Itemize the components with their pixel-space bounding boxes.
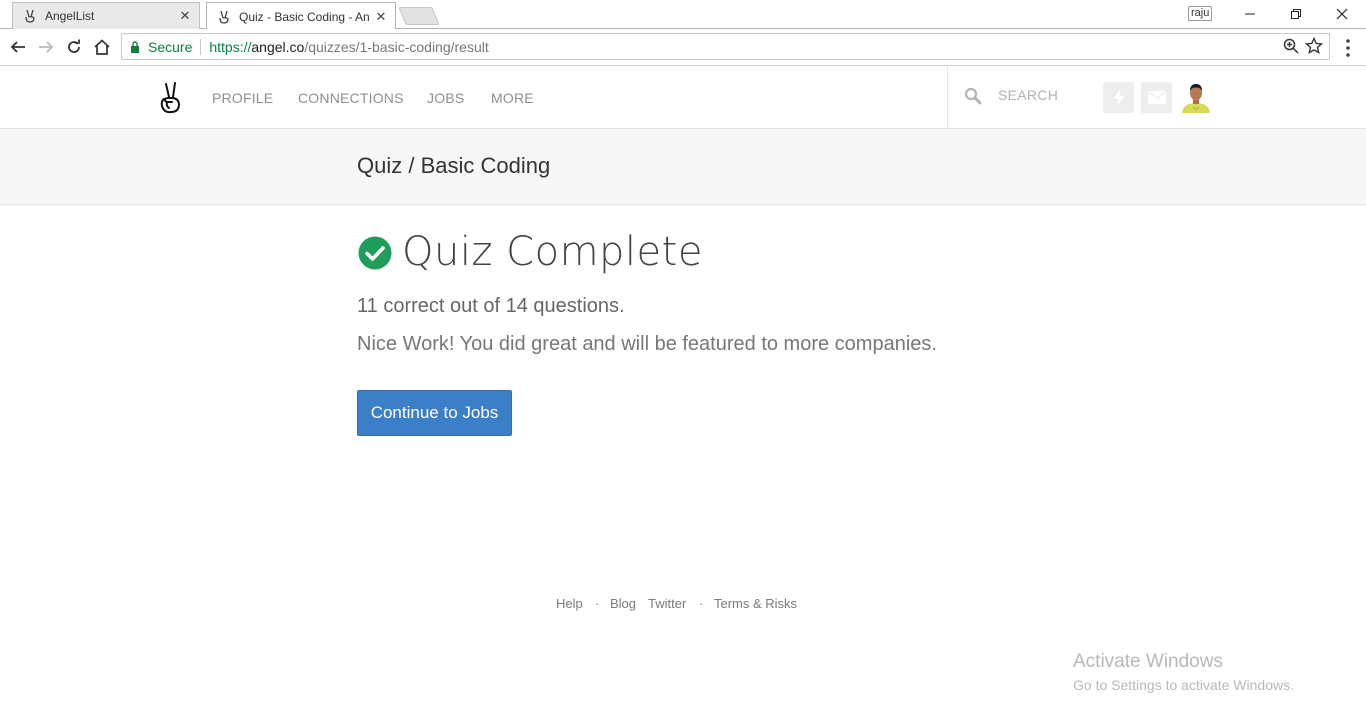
window-close-icon[interactable] bbox=[1319, 0, 1365, 28]
browser-toolbar: Secure https:// angel.co /quizzes/1-basi… bbox=[0, 29, 1366, 66]
score-text: 11 correct out of 14 questions. bbox=[357, 295, 625, 317]
search-icon bbox=[964, 87, 982, 105]
footer-help-link[interactable]: Help bbox=[556, 596, 583, 611]
footer-terms-link[interactable]: Terms & Risks bbox=[714, 596, 797, 611]
tab-title: AngelList bbox=[45, 9, 95, 23]
user-avatar[interactable] bbox=[1180, 81, 1212, 113]
site-header: PROFILE CONNECTIONS JOBS MORE bbox=[0, 66, 1366, 129]
home-icon[interactable] bbox=[91, 36, 113, 58]
envelope-icon bbox=[1147, 91, 1166, 104]
new-tab-button[interactable] bbox=[398, 7, 440, 25]
footer-terms-text[interactable]: Terms & Risks bbox=[714, 596, 797, 611]
url-path: /quizzes/1-basic-coding/result bbox=[304, 38, 489, 55]
messages-button[interactable] bbox=[1141, 82, 1172, 113]
activate-windows-subtitle: Go to Settings to activate Windows. bbox=[1073, 677, 1294, 693]
check-circle-icon bbox=[358, 236, 392, 270]
browser-tabstrip: AngelList ✕ Quiz - Basic Coding - An ✕ r… bbox=[0, 0, 1366, 30]
tab-close-icon[interactable]: ✕ bbox=[177, 8, 193, 24]
footer-help-text[interactable]: Help bbox=[556, 596, 583, 611]
tab-close-icon[interactable]: ✕ bbox=[373, 9, 389, 25]
nav-jobs[interactable]: JOBS bbox=[427, 90, 464, 106]
secure-label: Secure bbox=[148, 38, 193, 55]
footer-separator: · bbox=[595, 596, 600, 611]
search-input[interactable] bbox=[996, 86, 1096, 104]
reload-icon[interactable] bbox=[63, 36, 85, 58]
footer-twitter-text[interactable]: Twitter bbox=[648, 596, 686, 611]
browser-tab-angellist[interactable]: AngelList ✕ bbox=[12, 2, 200, 29]
angellist-logo-icon[interactable] bbox=[158, 82, 184, 114]
nav-more[interactable]: MORE bbox=[491, 90, 534, 106]
browser-tab-quiz[interactable]: Quiz - Basic Coding - An ✕ bbox=[206, 2, 396, 30]
browser-profile-button[interactable]: raju bbox=[1188, 6, 1213, 21]
angellist-favicon-icon bbox=[25, 9, 35, 23]
address-bar[interactable]: Secure https:// angel.co /quizzes/1-basi… bbox=[121, 33, 1330, 60]
minimize-icon[interactable] bbox=[1227, 0, 1273, 28]
restore-icon[interactable] bbox=[1273, 0, 1319, 28]
activity-button[interactable] bbox=[1103, 82, 1134, 113]
continue-to-jobs-button[interactable]: Continue to Jobs bbox=[357, 390, 512, 436]
back-arrow-icon[interactable] bbox=[7, 36, 29, 58]
browser-menu-icon[interactable] bbox=[1342, 38, 1354, 58]
footer-blog-text[interactable]: Blog bbox=[610, 596, 636, 611]
nav-profile[interactable]: PROFILE bbox=[212, 90, 273, 106]
omnibox-divider bbox=[200, 38, 202, 55]
page-title: Quiz / Basic Coding bbox=[357, 153, 551, 178]
url-host: angel.co bbox=[251, 38, 305, 55]
search-box bbox=[947, 66, 1098, 128]
url-scheme: https:// bbox=[209, 38, 252, 55]
bookmark-star-icon[interactable] bbox=[1305, 37, 1323, 55]
activate-windows-title: Activate Windows bbox=[1073, 651, 1223, 672]
footer-separator: · bbox=[699, 596, 704, 611]
tab-title: Quiz - Basic Coding - An bbox=[239, 9, 370, 24]
angellist-favicon-icon bbox=[219, 10, 229, 24]
result-message: Nice Work! You did great and will be fea… bbox=[357, 333, 937, 355]
page-breadcrumb-band: Quiz / Basic Coding bbox=[0, 129, 1366, 205]
lock-icon bbox=[131, 40, 139, 53]
footer-blog-link[interactable]: Blog bbox=[610, 596, 636, 611]
footer-twitter-link[interactable]: Twitter bbox=[648, 596, 686, 611]
quiz-complete-heading: Quiz Complete bbox=[402, 229, 703, 275]
zoom-icon[interactable] bbox=[1283, 38, 1299, 54]
forward-arrow-icon[interactable] bbox=[35, 36, 57, 58]
nav-connections[interactable]: CONNECTIONS bbox=[298, 90, 404, 106]
lightning-icon bbox=[1113, 88, 1124, 107]
